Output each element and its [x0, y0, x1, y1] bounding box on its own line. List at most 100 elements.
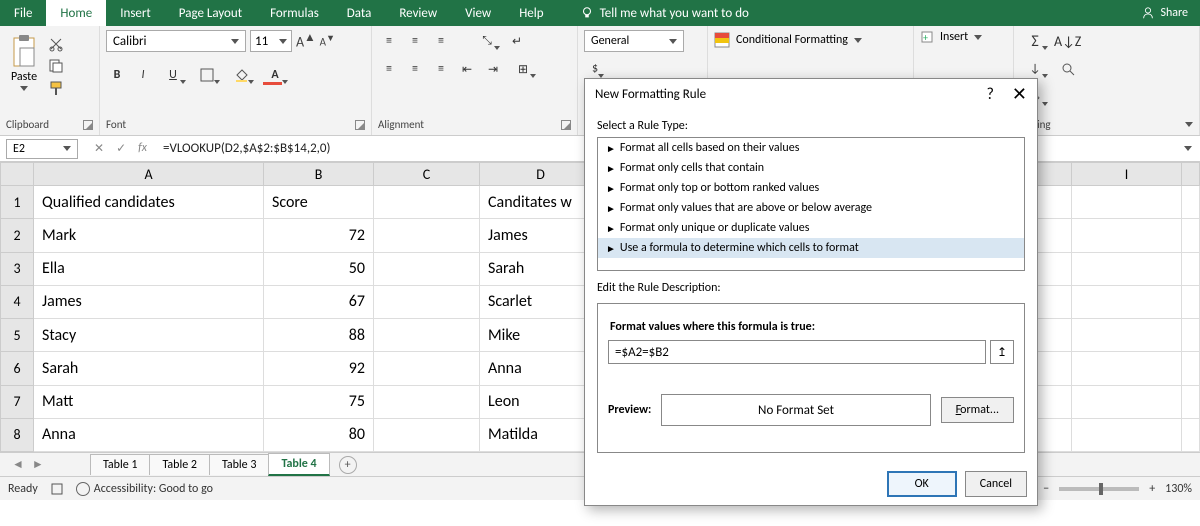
rule-type-list[interactable]: ►Format all cells based on their values …	[597, 137, 1025, 271]
tab-formulas[interactable]: Formulas	[256, 0, 333, 26]
rule-type-item[interactable]: ►Use a formula to determine which cells …	[598, 238, 1024, 258]
rule-type-item[interactable]: ►Format all cells based on their values	[598, 138, 1024, 158]
cell[interactable]	[1182, 286, 1200, 319]
col-header[interactable]: B	[264, 162, 374, 186]
cell[interactable]: 67	[264, 286, 374, 319]
row-header[interactable]: 4	[0, 286, 34, 319]
tell-me-search[interactable]: Tell me what you want to do	[566, 0, 763, 26]
cell[interactable]	[374, 253, 480, 286]
italic-button[interactable]: I	[132, 64, 154, 86]
tab-help[interactable]: Help	[505, 0, 557, 26]
next-sheet-icon[interactable]: ►	[32, 457, 44, 472]
zoom-out-button[interactable]: −	[1043, 482, 1049, 496]
tab-view[interactable]: View	[451, 0, 505, 26]
cut-icon[interactable]	[48, 36, 64, 52]
sort-filter-button[interactable]: A↓Z	[1054, 30, 1081, 52]
row-header[interactable]: 7	[0, 386, 34, 419]
align-left-icon[interactable]: ≡	[378, 58, 400, 80]
cell[interactable]	[1072, 253, 1182, 286]
row-header[interactable]: 6	[0, 352, 34, 385]
cell[interactable]: Sarah	[34, 352, 264, 385]
cell[interactable]: Mark	[34, 219, 264, 252]
macro-record-icon[interactable]	[50, 482, 64, 496]
cell[interactable]	[1072, 219, 1182, 252]
align-center-icon[interactable]: ≡	[404, 58, 426, 80]
cancel-formula-icon[interactable]: ✕	[94, 141, 104, 156]
cell[interactable]: 50	[264, 253, 374, 286]
zoom-slider[interactable]	[1059, 487, 1139, 491]
cell[interactable]: Ella	[34, 253, 264, 286]
copy-icon[interactable]	[48, 58, 64, 74]
cell[interactable]	[1182, 386, 1200, 419]
rule-type-item[interactable]: ►Format only unique or duplicate values	[598, 218, 1024, 238]
cell[interactable]	[1182, 419, 1200, 452]
tab-home[interactable]: Home	[46, 0, 106, 26]
cell[interactable]	[1072, 186, 1182, 219]
bold-button[interactable]: B	[106, 64, 128, 86]
select-all-corner[interactable]	[0, 162, 34, 186]
increase-font-icon[interactable]: A▲	[296, 31, 316, 51]
font-color-button[interactable]: A	[260, 64, 290, 86]
cell[interactable]	[374, 319, 480, 352]
help-button[interactable]: ?	[986, 85, 993, 104]
cell[interactable]	[1072, 352, 1182, 385]
expand-formula-bar-icon[interactable]	[1184, 146, 1192, 151]
close-button[interactable]: ✕	[1012, 83, 1027, 105]
underline-button[interactable]: U	[158, 64, 188, 86]
cell[interactable]: Score	[264, 186, 374, 219]
cell[interactable]	[1072, 319, 1182, 352]
paste-button[interactable]: Paste	[6, 30, 42, 95]
cell[interactable]	[1182, 319, 1200, 352]
tab-review[interactable]: Review	[385, 0, 451, 26]
confirm-formula-icon[interactable]: ✓	[116, 141, 126, 156]
find-select-button[interactable]	[1054, 58, 1081, 80]
align-middle-icon[interactable]: ≡	[404, 30, 426, 52]
tab-page-layout[interactable]: Page Layout	[165, 0, 256, 26]
col-header[interactable]: A	[34, 162, 264, 186]
decrease-font-icon[interactable]: A▼	[320, 33, 335, 49]
cell[interactable]: Stacy	[34, 319, 264, 352]
sheet-tab[interactable]: Table 1	[90, 454, 150, 475]
merge-center-icon[interactable]: ⊞	[508, 58, 538, 80]
conditional-formatting-button[interactable]: Conditional Formatting	[714, 32, 862, 48]
tab-data[interactable]: Data	[333, 0, 386, 26]
decrease-indent-icon[interactable]: ⇤	[456, 58, 478, 80]
cell[interactable]	[1072, 419, 1182, 452]
cell[interactable]: 92	[264, 352, 374, 385]
orientation-icon[interactable]: ⤡	[472, 30, 502, 52]
align-right-icon[interactable]: ≡	[430, 58, 452, 80]
zoom-level[interactable]: 130%	[1165, 482, 1192, 496]
number-format-dropdown[interactable]: General	[584, 30, 684, 52]
cell[interactable]: 72	[264, 219, 374, 252]
border-button[interactable]	[192, 64, 222, 86]
cell[interactable]: 88	[264, 319, 374, 352]
cell[interactable]	[1182, 352, 1200, 385]
cell[interactable]: Matt	[34, 386, 264, 419]
sheet-tab[interactable]: Table 2	[149, 454, 209, 475]
font-size-dropdown[interactable]: 11	[250, 30, 292, 52]
ok-button[interactable]: OK	[887, 471, 957, 497]
format-button[interactable]: Format...	[941, 397, 1014, 423]
fx-icon[interactable]: fx	[138, 141, 147, 156]
cell[interactable]	[1072, 286, 1182, 319]
cancel-button[interactable]: Cancel	[965, 471, 1027, 497]
fill-color-button[interactable]	[226, 64, 256, 86]
cell[interactable]	[374, 286, 480, 319]
row-header[interactable]: 1	[0, 186, 34, 219]
row-header[interactable]: 2	[0, 219, 34, 252]
cell[interactable]	[1182, 219, 1200, 252]
cell[interactable]	[1072, 386, 1182, 419]
add-sheet-button[interactable]: +	[339, 456, 357, 474]
cell[interactable]	[374, 352, 480, 385]
tab-insert[interactable]: Insert	[106, 0, 165, 26]
fill-button[interactable]: ↓	[1020, 58, 1050, 80]
autosum-button[interactable]: Σ	[1020, 30, 1050, 52]
formula-input[interactable]	[608, 340, 986, 364]
cell[interactable]: 75	[264, 386, 374, 419]
name-box[interactable]: E2	[6, 139, 78, 159]
row-header[interactable]: 5	[0, 319, 34, 352]
increase-indent-icon[interactable]: ⇥	[482, 58, 504, 80]
cell[interactable]: 80	[264, 419, 374, 452]
format-painter-icon[interactable]	[48, 80, 64, 96]
rule-type-item[interactable]: ►Format only top or bottom ranked values	[598, 178, 1024, 198]
